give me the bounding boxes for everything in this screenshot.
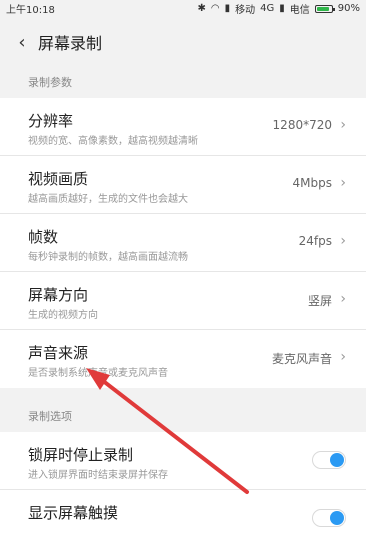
chevron-right-icon: › <box>340 175 346 191</box>
setting-row-frame-rate[interactable]: 帧数 每秒钟录制的帧数，越高画面越流畅 24fps › <box>0 214 366 272</box>
setting-row-resolution[interactable]: 分辨率 视频的宽、高像素数，越高视频越清晰 1280*720 › <box>0 98 366 156</box>
row-title: 屏幕方向 <box>28 286 89 304</box>
chevron-right-icon: › <box>340 349 346 365</box>
row-value: 1280*720 <box>272 118 332 132</box>
setting-row-video-quality[interactable]: 视频画质 越高画质越好，生成的文件也会越大 4Mbps › <box>0 156 366 214</box>
recording-options-list: 锁屏时停止录制 进入锁屏界面时结束录屏并保存 显示屏幕触摸 <box>0 432 366 548</box>
row-value: 麦克风声音 <box>271 352 332 366</box>
chevron-right-icon: › <box>340 291 346 307</box>
status-bar: 上午10:18 ✱ ◠ ▮ 移动 4G ▮ 电信 90% <box>0 0 366 17</box>
row-title: 视频画质 <box>28 170 89 188</box>
setting-row-audio-source[interactable]: 声音来源 是否录制系统声音或麦克风声音 麦克风声音 › <box>0 330 366 388</box>
signal-icon: ▮ <box>224 3 231 14</box>
signal-icon-2: ▮ <box>279 3 285 14</box>
row-title: 分辨率 <box>28 112 74 130</box>
row-title: 显示屏幕触摸 <box>28 504 119 522</box>
setting-row-show-touches[interactable]: 显示屏幕触摸 <box>0 490 366 548</box>
status-network: 4G <box>260 3 275 14</box>
row-value: 4Mbps <box>292 176 332 190</box>
battery-icon <box>314 4 335 13</box>
section-label-recording-options: 录制选项 <box>28 410 72 423</box>
row-subtitle: 进入锁屏界面时结束录屏并保存 <box>28 470 168 481</box>
recording-params-list: 分辨率 视频的宽、高像素数，越高视频越清晰 1280*720 › 视频画质 越高… <box>0 98 366 388</box>
status-time: 上午10:18 <box>6 5 55 16</box>
chevron-left-icon[interactable]: ‹ <box>8 28 36 56</box>
page-title: 屏幕录制 <box>38 34 103 53</box>
row-subtitle: 越高画质越好，生成的文件也会越大 <box>28 194 188 205</box>
row-subtitle: 每秒钟录制的帧数，越高画面越流畅 <box>28 252 188 263</box>
row-value: 竖屏 <box>307 294 332 308</box>
status-icons: ✱ ◠ ▮ 移动 4G ▮ 电信 90% <box>197 1 360 16</box>
status-carrier1: 移动 <box>235 5 256 16</box>
row-title: 锁屏时停止录制 <box>28 446 134 464</box>
battery-label: 90% <box>337 3 360 14</box>
setting-row-stop-on-lock[interactable]: 锁屏时停止录制 进入锁屏界面时结束录屏并保存 <box>0 432 366 490</box>
row-subtitle: 视频的宽、高像素数，越高视频越清晰 <box>28 136 198 147</box>
row-value: 24fps <box>298 234 332 248</box>
bluetooth-icon: ✱ <box>197 3 206 14</box>
row-title: 声音来源 <box>28 344 89 362</box>
status-carrier2: 电信 <box>289 5 310 16</box>
row-subtitle: 生成的视频方向 <box>28 310 98 321</box>
show-touches-toggle[interactable] <box>312 509 346 527</box>
setting-row-orientation[interactable]: 屏幕方向 生成的视频方向 竖屏 › <box>0 272 366 330</box>
chevron-right-icon: › <box>340 233 346 249</box>
stop-on-lock-toggle[interactable] <box>312 451 346 469</box>
row-subtitle: 是否录制系统声音或麦克风声音 <box>28 368 168 379</box>
wifi-icon: ◠ <box>210 3 220 14</box>
row-title: 帧数 <box>28 228 59 246</box>
section-label-recording-params: 录制参数 <box>28 76 72 89</box>
app-header: ‹ 屏幕录制 <box>0 17 366 67</box>
chevron-right-icon: › <box>340 117 346 133</box>
